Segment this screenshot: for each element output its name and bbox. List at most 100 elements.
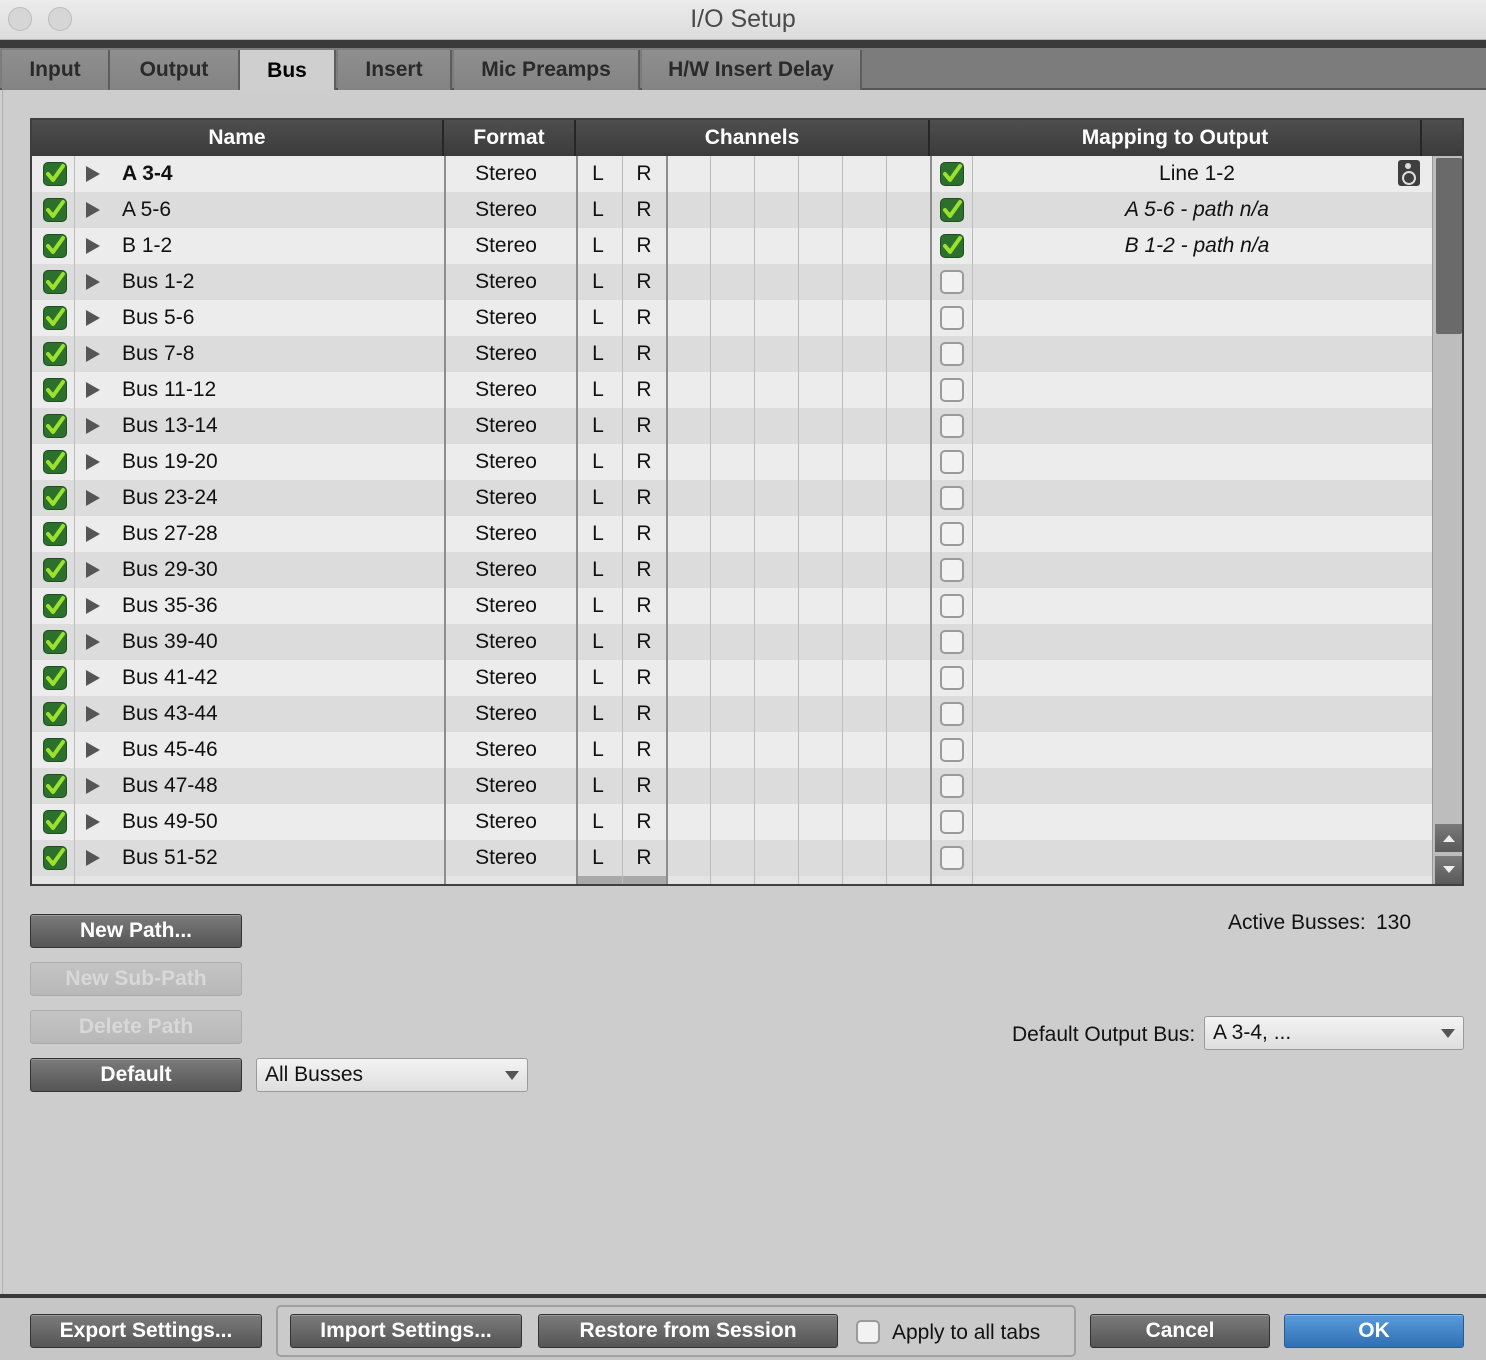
- expand-toggle[interactable]: [86, 840, 106, 876]
- row-enable-checkbox[interactable]: [40, 516, 70, 552]
- row-format[interactable]: Stereo: [444, 192, 568, 228]
- expand-toggle[interactable]: [86, 336, 106, 372]
- row-mapping-checkbox[interactable]: [936, 156, 968, 192]
- row-name[interactable]: Bus 11-12: [122, 372, 442, 408]
- cancel-button[interactable]: Cancel: [1090, 1314, 1270, 1348]
- row-format[interactable]: Stereo: [444, 768, 568, 804]
- row-mapping-output[interactable]: [972, 588, 1422, 624]
- row-mapping-checkbox[interactable]: [936, 732, 968, 768]
- row-enable-checkbox[interactable]: [40, 588, 70, 624]
- row-mapping-output[interactable]: [972, 660, 1422, 696]
- row-format[interactable]: Stereo: [444, 444, 568, 480]
- row-mapping-output[interactable]: [972, 300, 1422, 336]
- row-mapping-checkbox[interactable]: [936, 336, 968, 372]
- tab-output[interactable]: Output: [110, 50, 240, 90]
- row-mapping-checkbox[interactable]: [936, 264, 968, 300]
- row-format[interactable]: Stereo: [444, 588, 568, 624]
- expand-toggle[interactable]: [86, 444, 106, 480]
- row-name[interactable]: Bus 43-44: [122, 696, 442, 732]
- new-path-button[interactable]: New Path...: [30, 914, 242, 948]
- speaker-icon[interactable]: [1398, 160, 1420, 186]
- expand-toggle[interactable]: [86, 156, 106, 192]
- expand-toggle[interactable]: [86, 516, 106, 552]
- row-format[interactable]: Stereo: [444, 300, 568, 336]
- row-enable-checkbox[interactable]: [40, 624, 70, 660]
- row-mapping-checkbox[interactable]: [936, 768, 968, 804]
- row-enable-checkbox[interactable]: [40, 480, 70, 516]
- row-enable-checkbox[interactable]: [40, 336, 70, 372]
- row-enable-checkbox[interactable]: [40, 804, 70, 840]
- table-scrollbar[interactable]: [1432, 156, 1462, 884]
- row-format[interactable]: Stereo: [444, 228, 568, 264]
- row-mapping-checkbox[interactable]: [936, 660, 968, 696]
- row-mapping-checkbox[interactable]: [936, 228, 968, 264]
- row-mapping-output[interactable]: [972, 768, 1422, 804]
- row-format[interactable]: Stereo: [444, 804, 568, 840]
- scroll-up-icon[interactable]: [1435, 824, 1462, 852]
- row-format[interactable]: Stereo: [444, 336, 568, 372]
- table-row[interactable]: A 3-4 Stereo L R Line 1-2: [32, 156, 1432, 192]
- row-enable-checkbox[interactable]: [40, 228, 70, 264]
- expand-toggle[interactable]: [86, 480, 106, 516]
- table-row[interactable]: Bus 1-2 Stereo L R: [32, 264, 1432, 300]
- row-name[interactable]: Bus 49-50: [122, 804, 442, 840]
- header-name[interactable]: Name: [32, 120, 444, 156]
- table-row[interactable]: Bus 43-44 Stereo L R: [32, 696, 1432, 732]
- row-format[interactable]: Stereo: [444, 372, 568, 408]
- apply-to-all-tabs-label[interactable]: Apply to all tabs: [892, 1321, 1040, 1345]
- row-mapping-output[interactable]: [972, 804, 1422, 840]
- header-format[interactable]: Format: [444, 120, 576, 156]
- row-name[interactable]: Bus 35-36: [122, 588, 442, 624]
- row-mapping-checkbox[interactable]: [936, 192, 968, 228]
- row-enable-checkbox[interactable]: [40, 696, 70, 732]
- row-enable-checkbox[interactable]: [40, 444, 70, 480]
- row-name[interactable]: Bus 1-2: [122, 264, 442, 300]
- default-output-bus-select[interactable]: A 3-4, ...: [1204, 1016, 1464, 1050]
- row-mapping-output[interactable]: B 1-2 - path n/a: [972, 228, 1422, 264]
- table-row[interactable]: Bus 49-50 Stereo L R: [32, 804, 1432, 840]
- expand-toggle[interactable]: [86, 696, 106, 732]
- row-mapping-checkbox[interactable]: [936, 408, 968, 444]
- row-mapping-output[interactable]: [972, 624, 1422, 660]
- row-mapping-output[interactable]: [972, 480, 1422, 516]
- row-mapping-output[interactable]: [972, 516, 1422, 552]
- table-row[interactable]: Bus 19-20 Stereo L R: [32, 444, 1432, 480]
- tab-hw-insert-delay[interactable]: H/W Insert Delay: [642, 50, 862, 90]
- new-sub-path-button[interactable]: New Sub-Path: [30, 962, 242, 996]
- row-name[interactable]: Bus 19-20: [122, 444, 442, 480]
- row-mapping-checkbox[interactable]: [936, 804, 968, 840]
- expand-toggle[interactable]: [86, 552, 106, 588]
- expand-toggle[interactable]: [86, 264, 106, 300]
- expand-toggle[interactable]: [86, 804, 106, 840]
- row-name[interactable]: Bus 51-52: [122, 840, 442, 876]
- row-name[interactable]: Bus 45-46: [122, 732, 442, 768]
- row-mapping-output[interactable]: [972, 696, 1422, 732]
- scroll-down-icon[interactable]: [1435, 856, 1462, 884]
- table-row[interactable]: B 1-2 Stereo L R B 1-2 - path n/a: [32, 228, 1432, 264]
- row-name[interactable]: Bus 41-42: [122, 660, 442, 696]
- row-format[interactable]: Stereo: [444, 480, 568, 516]
- expand-toggle[interactable]: [86, 732, 106, 768]
- row-format[interactable]: Stereo: [444, 516, 568, 552]
- tab-bus[interactable]: Bus: [240, 50, 336, 92]
- import-settings-button[interactable]: Import Settings...: [290, 1314, 522, 1348]
- row-mapping-checkbox[interactable]: [936, 840, 968, 876]
- expand-toggle[interactable]: [86, 624, 106, 660]
- row-enable-checkbox[interactable]: [40, 192, 70, 228]
- row-mapping-output[interactable]: [972, 408, 1422, 444]
- row-name[interactable]: A 3-4: [122, 156, 442, 192]
- row-mapping-output[interactable]: [972, 552, 1422, 588]
- row-format[interactable]: Stereo: [444, 660, 568, 696]
- row-name[interactable]: Bus 23-24: [122, 480, 442, 516]
- table-row[interactable]: Bus 5-6 Stereo L R: [32, 300, 1432, 336]
- row-enable-checkbox[interactable]: [40, 840, 70, 876]
- row-enable-checkbox[interactable]: [40, 300, 70, 336]
- tab-input[interactable]: Input: [2, 50, 110, 90]
- table-row[interactable]: Bus 27-28 Stereo L R: [32, 516, 1432, 552]
- row-format[interactable]: Stereo: [444, 408, 568, 444]
- row-mapping-checkbox[interactable]: [936, 588, 968, 624]
- row-name[interactable]: Bus 39-40: [122, 624, 442, 660]
- row-format[interactable]: Stereo: [444, 696, 568, 732]
- row-enable-checkbox[interactable]: [40, 156, 70, 192]
- table-row[interactable]: Bus 35-36 Stereo L R: [32, 588, 1432, 624]
